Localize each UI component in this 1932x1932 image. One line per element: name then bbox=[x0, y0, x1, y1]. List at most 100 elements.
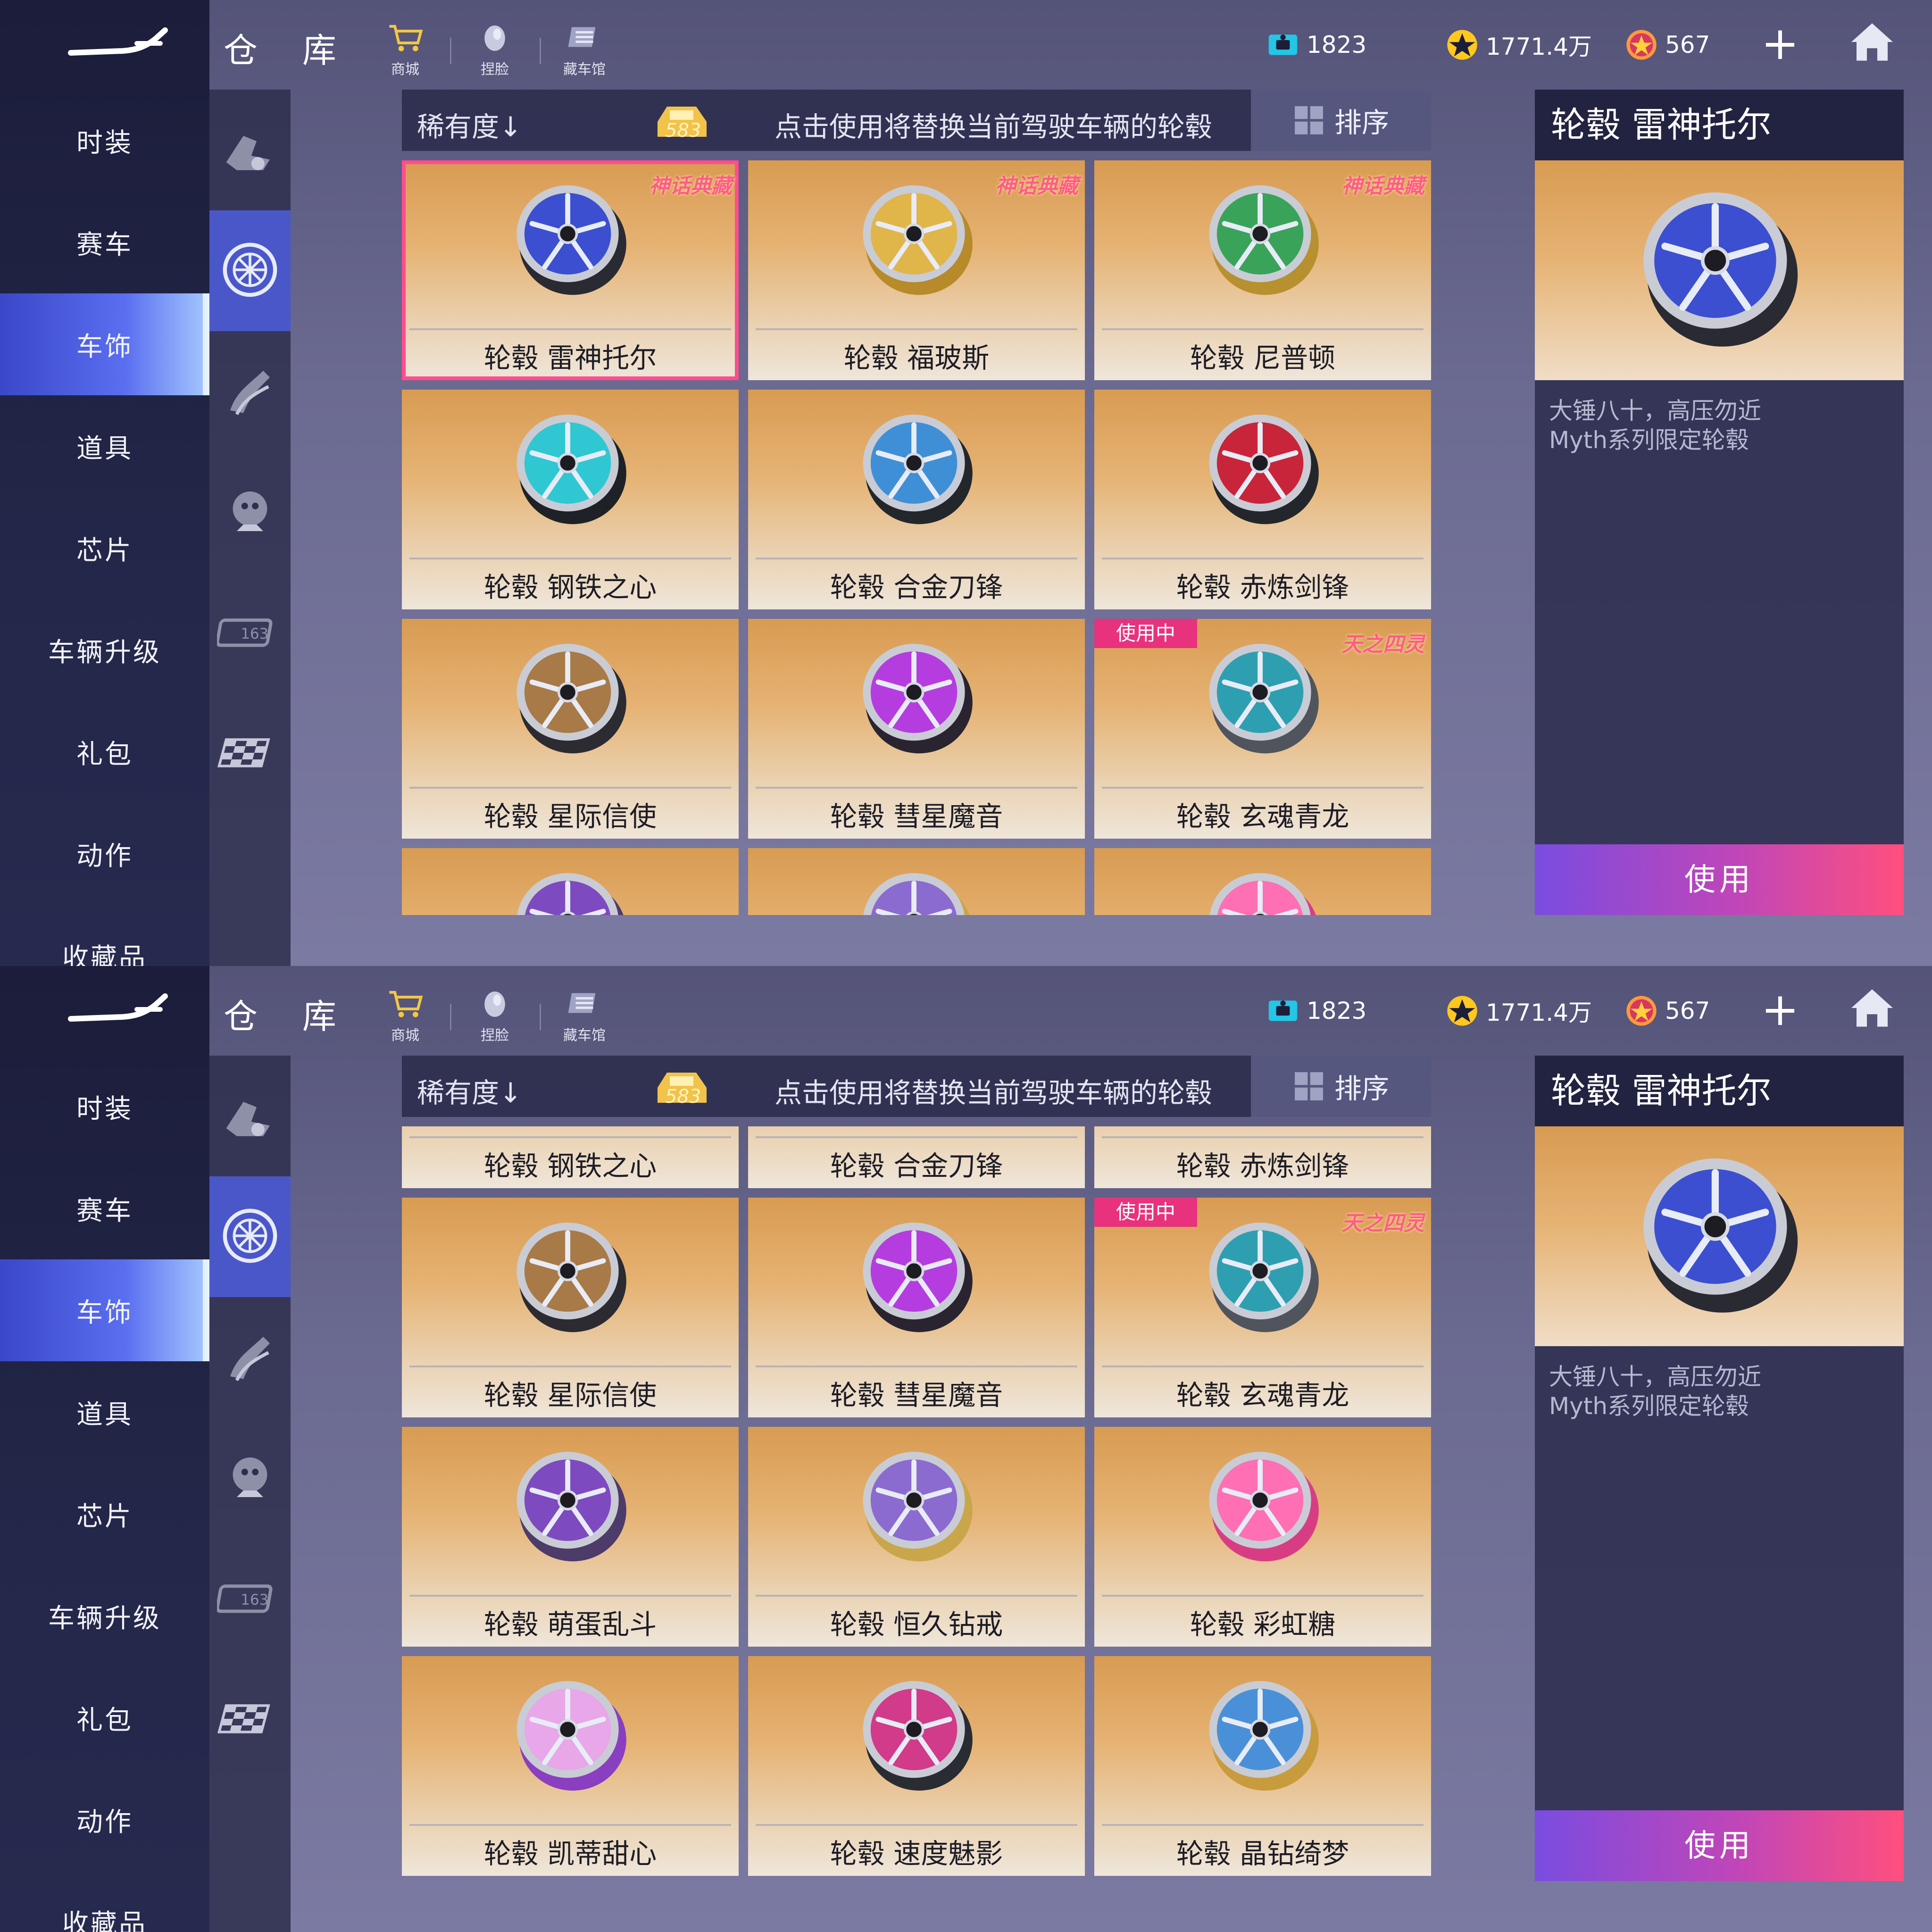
face-icon bbox=[464, 988, 525, 1021]
wheel-item-name: 轮毂 玄魂青龙 bbox=[1176, 800, 1349, 833]
nav-item-0[interactable]: 时装 bbox=[0, 90, 209, 192]
subnav-wheel-icon[interactable] bbox=[209, 1176, 291, 1297]
tool-button-2[interactable]: 藏车馆 bbox=[554, 19, 615, 78]
top-bar: 仓 库 商城 捏脸 藏车馆 1823 1771.4万 567 + bbox=[209, 966, 1932, 1056]
wheel-item-card[interactable]: 轮毂 凯蒂甜心 bbox=[402, 1656, 739, 1876]
nav-item-5[interactable]: 车辆升级 bbox=[0, 1565, 209, 1667]
wheel-item-card[interactable]: 轮毂 合金刀锋 bbox=[748, 1126, 1085, 1188]
wheel-item-card[interactable]: 轮毂 恒久钻戒 bbox=[748, 1427, 1085, 1647]
subnav-car-part-icon[interactable] bbox=[209, 1056, 291, 1176]
nav-item-8[interactable]: 收藏品 bbox=[0, 1871, 209, 1932]
sort-button[interactable]: 排序 bbox=[1251, 90, 1431, 151]
wheel-item-card[interactable]: 轮毂 萌蛋乱斗 bbox=[402, 848, 739, 915]
add-currency-button[interactable]: + bbox=[1757, 21, 1804, 69]
wheel-item-name: 轮毂 尼普顿 bbox=[1190, 342, 1336, 374]
wheel-item-card[interactable]: 轮毂 彗星魔音 bbox=[748, 1198, 1085, 1417]
subnav-wheel-icon[interactable] bbox=[209, 210, 291, 331]
wheel-item-card[interactable]: 轮毂 赤炼剑锋 bbox=[1094, 390, 1431, 609]
game-logo-icon bbox=[68, 993, 168, 1022]
nav-item-7[interactable]: 动作 bbox=[0, 1769, 209, 1871]
use-button[interactable]: 使用 bbox=[1535, 1810, 1904, 1881]
nav-item-3[interactable]: 道具 bbox=[0, 395, 209, 497]
car-part-icon bbox=[217, 116, 283, 184]
wheel-item-card[interactable]: 天之四灵 使用中 轮毂 玄魂青龙 bbox=[1094, 1198, 1431, 1417]
wheel-item-card[interactable]: 轮毂 彩虹糖 bbox=[1094, 1427, 1431, 1647]
nav-item-6[interactable]: 礼包 bbox=[0, 701, 209, 803]
tool-button-1[interactable]: 捏脸 bbox=[464, 19, 525, 78]
wheel-item-card[interactable]: 神话典藏 轮毂 雷神托尔 bbox=[402, 160, 739, 380]
add-currency-button[interactable]: + bbox=[1757, 987, 1804, 1035]
nav-item-0[interactable]: 时装 bbox=[0, 1056, 209, 1158]
currency-2[interactable]: 567 bbox=[1624, 990, 1710, 1032]
usage-hint: 点击使用将替换当前驾驶车辆的轮毂 bbox=[774, 111, 1213, 143]
wheel-item-card[interactable]: 轮毂 萌蛋乱斗 bbox=[402, 1427, 739, 1647]
nav-item-label: 礼包 bbox=[76, 1705, 133, 1736]
nav-item-4[interactable]: 芯片 bbox=[0, 497, 209, 599]
nav-item-1[interactable]: 赛车 bbox=[0, 1158, 209, 1259]
card-divider bbox=[756, 328, 1077, 330]
wheel-image-icon bbox=[516, 415, 626, 525]
nav-item-2[interactable]: 车饰 bbox=[0, 1259, 209, 1361]
tool-button-2[interactable]: 藏车馆 bbox=[554, 985, 615, 1044]
wheel-item-name: 轮毂 萌蛋乱斗 bbox=[483, 1608, 657, 1641]
list-header: 稀有度↓ 583 点击使用将替换当前驾驶车辆的轮毂 排序 bbox=[402, 1056, 1431, 1117]
subnav-mascot-icon[interactable] bbox=[209, 452, 291, 573]
subnav-flame-exhaust-icon[interactable] bbox=[209, 1297, 291, 1418]
currency-1[interactable]: 1771.4万 bbox=[1445, 24, 1592, 66]
nav-item-7[interactable]: 动作 bbox=[0, 803, 209, 905]
subnav-checkered-flag-icon[interactable] bbox=[209, 1659, 291, 1780]
wheel-item-card[interactable]: 轮毂 赤炼剑锋 bbox=[1094, 1126, 1431, 1188]
wheel-image-icon bbox=[863, 644, 973, 754]
detail-description: 大锤八十，高压勿近 Myth系列限定轮毂 bbox=[1549, 396, 1761, 455]
wheel-item-card[interactable]: 天之四灵 使用中 轮毂 玄魂青龙 bbox=[1094, 619, 1431, 839]
currency-1[interactable]: 1771.4万 bbox=[1445, 990, 1592, 1032]
detail-desc-line2: Myth系列限定轮毂 bbox=[1549, 1392, 1749, 1420]
currency-0[interactable]: 1823 bbox=[1266, 990, 1366, 1032]
currency-2[interactable]: 567 bbox=[1624, 24, 1710, 66]
home-icon[interactable] bbox=[1846, 16, 1898, 68]
wheel-item-card[interactable]: 轮毂 彗星魔音 bbox=[748, 619, 1085, 839]
wheel-item-card[interactable]: 轮毂 钢铁之心 bbox=[402, 390, 739, 609]
wheel-item-card[interactable]: 轮毂 晶钻绮梦 bbox=[1094, 1656, 1431, 1876]
nav-item-2[interactable]: 车饰 bbox=[0, 293, 209, 395]
wheel-item-card[interactable]: 轮毂 速度魅影 bbox=[748, 1656, 1085, 1876]
wheel-item-name: 轮毂 恒久钻戒 bbox=[830, 1608, 1003, 1641]
wheel-item-card[interactable]: 神话典藏 轮毂 福玻斯 bbox=[748, 160, 1085, 380]
subnav-checkered-flag-icon[interactable] bbox=[209, 693, 291, 814]
tool-label: 捏脸 bbox=[481, 1027, 509, 1044]
wheel-image-icon bbox=[516, 1452, 626, 1562]
subnav-license-plate-icon[interactable]: 163 bbox=[209, 1539, 291, 1659]
rarity-sort-toggle[interactable]: 稀有度↓ bbox=[417, 1071, 522, 1110]
car-part-icon bbox=[217, 1082, 283, 1150]
use-button[interactable]: 使用 bbox=[1535, 844, 1904, 915]
nav-item-6[interactable]: 礼包 bbox=[0, 1667, 209, 1769]
subnav-flame-exhaust-icon[interactable] bbox=[209, 331, 291, 452]
wheel-icon bbox=[217, 1203, 283, 1271]
tool-button-0[interactable]: 商城 bbox=[375, 19, 436, 78]
nav-item-4[interactable]: 芯片 bbox=[0, 1463, 209, 1565]
nav-item-label: 车辆升级 bbox=[48, 637, 161, 668]
rarity-sort-toggle[interactable]: 稀有度↓ bbox=[417, 105, 522, 144]
wheel-item-card[interactable]: 轮毂 星际信使 bbox=[402, 619, 739, 839]
nav-item-1[interactable]: 赛车 bbox=[0, 192, 209, 293]
subnav-license-plate-icon[interactable]: 163 bbox=[209, 573, 291, 693]
card-divider bbox=[756, 787, 1077, 789]
nav-item-8[interactable]: 收藏品 bbox=[0, 905, 209, 966]
subnav-car-part-icon[interactable] bbox=[209, 90, 291, 210]
tool-button-0[interactable]: 商城 bbox=[375, 985, 436, 1044]
wheel-item-card[interactable]: 轮毂 彩虹糖 bbox=[1094, 848, 1431, 915]
wheel-item-card[interactable]: 神话典藏 轮毂 尼普顿 bbox=[1094, 160, 1431, 380]
wheel-item-card[interactable]: 轮毂 星际信使 bbox=[402, 1198, 739, 1417]
home-icon[interactable] bbox=[1846, 982, 1898, 1034]
currency-0[interactable]: 1823 bbox=[1266, 24, 1366, 66]
tool-button-1[interactable]: 捏脸 bbox=[464, 985, 525, 1044]
wheel-item-card[interactable]: 轮毂 钢铁之心 bbox=[402, 1126, 739, 1188]
sort-button[interactable]: 排序 bbox=[1251, 1056, 1431, 1117]
wheel-item-card[interactable]: 轮毂 恒久钻戒 bbox=[748, 848, 1085, 915]
nav-item-3[interactable]: 道具 bbox=[0, 1361, 209, 1463]
nav-item-label: 车饰 bbox=[76, 331, 133, 362]
nav-item-5[interactable]: 车辆升级 bbox=[0, 599, 209, 701]
wheel-image-icon bbox=[516, 1223, 626, 1332]
wheel-item-card[interactable]: 轮毂 合金刀锋 bbox=[748, 390, 1085, 609]
subnav-mascot-icon[interactable] bbox=[209, 1418, 291, 1539]
